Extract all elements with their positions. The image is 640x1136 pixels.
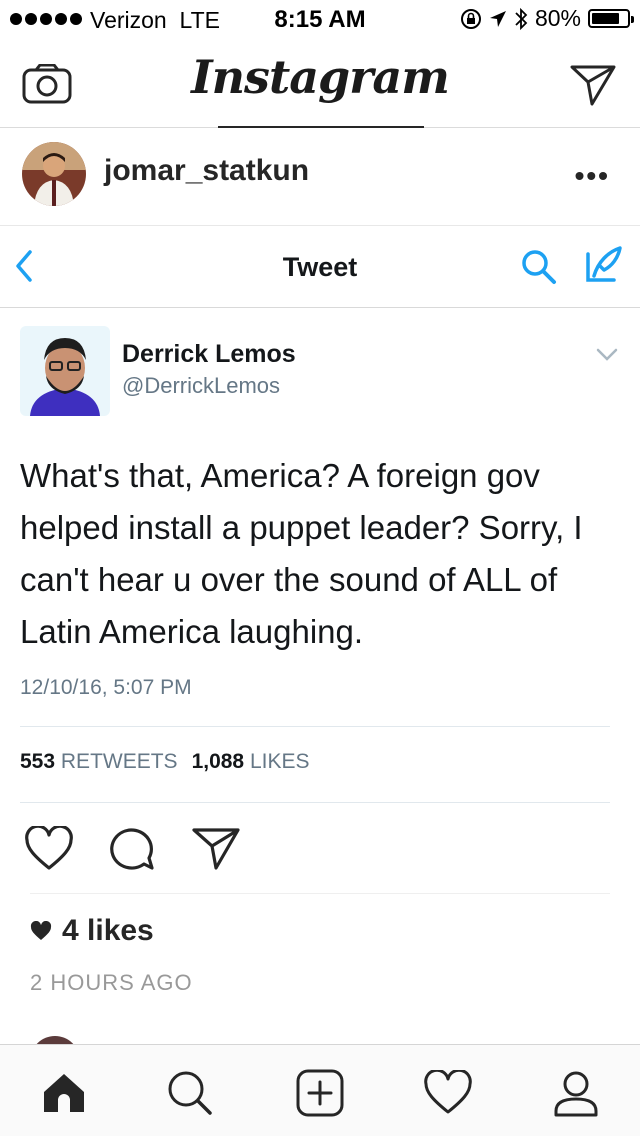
paper-plane-icon[interactable] xyxy=(570,64,616,111)
search-icon xyxy=(520,248,558,291)
avatar[interactable] xyxy=(22,142,86,206)
location-icon xyxy=(489,10,506,27)
post-header: jomar_statkun ••• xyxy=(0,130,640,226)
tweet-author-avatar xyxy=(20,326,110,416)
likes-count-label: 4 likes xyxy=(62,914,154,947)
bottom-tab-bar xyxy=(0,1044,640,1136)
tweet-body: What's that, America? A foreign gov help… xyxy=(20,457,583,650)
more-options-icon[interactable]: ••• xyxy=(575,160,610,192)
divider xyxy=(20,726,610,727)
battery-percent: 80% xyxy=(534,5,581,31)
likes-count[interactable]: 4 likes xyxy=(30,914,154,948)
bluetooth-icon xyxy=(515,7,528,30)
tweet-timestamp: 12/10/16, 5:07 PM xyxy=(20,676,192,699)
tweet-author-handle: @DerrickLemos xyxy=(122,373,281,398)
compose-tweet-icon xyxy=(584,244,624,291)
tweet-stats: 553 RETWEETS 1,088 LIKES xyxy=(20,750,310,774)
post-actions xyxy=(0,824,640,886)
small-heart-icon xyxy=(30,921,52,940)
tweet-nav-bar: Tweet xyxy=(0,228,640,308)
tweet-author-name: Derrick Lemos xyxy=(122,340,296,368)
post-time-ago: 2 HOURS AGO xyxy=(30,970,193,995)
app-header: Instagram xyxy=(0,40,640,128)
comment-bubble-icon[interactable] xyxy=(106,826,156,877)
post-username[interactable]: jomar_statkun xyxy=(104,154,309,188)
likes-stat: 1,088 LIKES xyxy=(191,750,310,773)
home-icon[interactable] xyxy=(36,1065,92,1121)
retweets-stat: 553 RETWEETS xyxy=(20,750,178,773)
divider xyxy=(20,802,610,803)
divider xyxy=(30,893,610,894)
heart-icon[interactable] xyxy=(420,1065,476,1121)
instagram-logo: Instagram xyxy=(191,50,450,104)
rotation-lock-icon xyxy=(460,8,481,29)
like-heart-icon[interactable] xyxy=(24,824,74,877)
search-icon[interactable] xyxy=(162,1065,218,1121)
status-bar: Verizon LTE 8:15 AM 80% xyxy=(0,0,640,40)
share-plane-icon[interactable] xyxy=(192,826,242,877)
add-post-icon[interactable] xyxy=(292,1065,348,1121)
profile-icon[interactable] xyxy=(548,1065,604,1121)
chevron-down-icon xyxy=(596,348,618,367)
logo-underline xyxy=(218,126,424,128)
battery-icon xyxy=(588,9,634,28)
status-right: 80% xyxy=(460,5,634,32)
